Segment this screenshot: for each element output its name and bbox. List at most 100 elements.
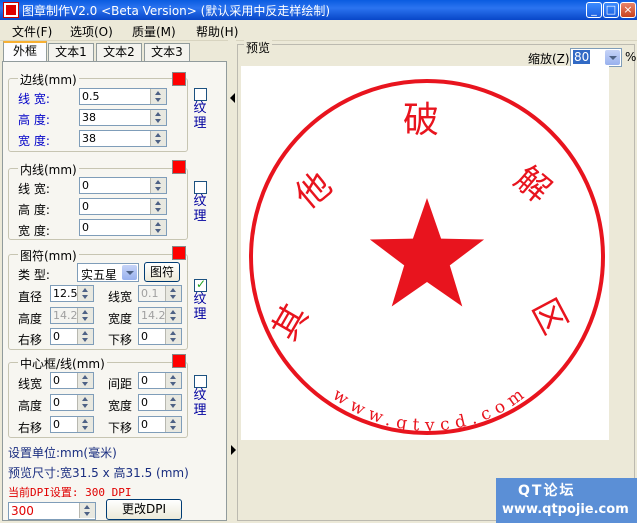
tab-frame[interactable]: 外框: [3, 41, 47, 62]
inner-color-swatch[interactable]: [172, 160, 186, 174]
symbol-diameter-label: 直径: [18, 290, 43, 304]
stepper-arrows-icon[interactable]: [165, 329, 181, 344]
dpi-stepper[interactable]: 300: [8, 502, 96, 520]
center-frame-group-title: 中心框/线(mm): [18, 355, 107, 372]
stepper-arrows-icon[interactable]: [77, 417, 93, 432]
stamp-graphic: 其 他 破 解 区 www.qtvcd.com: [249, 79, 605, 436]
zoom-unit: %: [625, 50, 637, 64]
symbol-down-label: 下移: [108, 333, 133, 347]
preview-label: 预览: [244, 39, 273, 56]
stamp-preview-canvas: 其 他 破 解 区 www.qtvcd.com: [241, 66, 609, 440]
symbol-group-title: 图符(mm): [18, 247, 79, 264]
stamp-char-5: 区: [523, 292, 574, 341]
change-dpi-button[interactable]: 更改DPI: [106, 499, 182, 520]
stepper-arrows-icon[interactable]: [79, 503, 95, 518]
stepper-arrows-icon[interactable]: [77, 395, 93, 410]
center-down-label: 下移: [108, 421, 133, 435]
symbol-width-stepper[interactable]: 14.2: [138, 307, 182, 324]
stepper-arrows-icon[interactable]: [150, 199, 166, 214]
center-down-stepper[interactable]: 0: [138, 416, 182, 433]
chevron-down-icon[interactable]: [122, 265, 137, 280]
stepper-arrows-icon[interactable]: [165, 373, 181, 388]
stepper-arrows-icon[interactable]: [77, 329, 93, 344]
menu-quality[interactable]: 质量(M): [132, 23, 176, 40]
symbol-down-value: 0: [141, 330, 148, 343]
close-button[interactable]: ×: [620, 2, 636, 18]
inner-line-width-value: 0: [82, 179, 89, 192]
symbol-diameter-stepper[interactable]: 12.5: [50, 285, 94, 302]
menu-file[interactable]: 文件(F): [12, 23, 52, 40]
center-spacing-value: 0: [141, 374, 148, 387]
symbol-type-select[interactable]: 实五星: [77, 263, 139, 282]
stepper-arrows-icon[interactable]: [165, 286, 181, 301]
stepper-arrows-icon[interactable]: [165, 395, 181, 410]
symbol-texture-label: 纹理: [193, 292, 207, 322]
symbol-right-label: 右移: [18, 333, 43, 347]
symbol-height-value: 14.2: [53, 309, 78, 322]
symbol-texture-checkbox[interactable]: [194, 277, 207, 292]
maximize-button[interactable]: □: [603, 2, 619, 18]
stepper-arrows-icon[interactable]: [165, 417, 181, 432]
border-line-width-stepper[interactable]: 0.5: [79, 88, 167, 105]
symbol-width-label: 宽度: [108, 312, 133, 326]
center-width-label: 宽度: [108, 399, 133, 413]
stepper-arrows-icon[interactable]: [77, 308, 93, 323]
stepper-arrows-icon[interactable]: [150, 131, 166, 146]
stepper-arrows-icon[interactable]: [150, 89, 166, 104]
menu-help[interactable]: 帮助(H): [196, 23, 238, 40]
tab-text3[interactable]: 文本3: [144, 43, 190, 61]
inner-height-stepper[interactable]: 0: [79, 198, 167, 215]
stamp-char-2: 他: [288, 165, 340, 217]
border-group-title: 边线(mm): [18, 71, 79, 88]
stepper-arrows-icon[interactable]: [77, 286, 93, 301]
inner-line-group-title: 内线(mm): [18, 161, 79, 178]
watermark-title: QT论坛: [518, 483, 576, 499]
inner-texture-checkbox[interactable]: [194, 181, 207, 194]
symbol-height-stepper[interactable]: 14.2: [50, 307, 94, 324]
symbol-down-stepper[interactable]: 0: [138, 328, 182, 345]
center-color-swatch[interactable]: [172, 354, 186, 368]
inner-width-label: 宽 度:: [18, 224, 50, 238]
tab-text2[interactable]: 文本2: [96, 43, 142, 61]
inner-texture-label: 纹理: [193, 194, 207, 224]
zoom-select[interactable]: 80: [570, 48, 622, 67]
stamp-star: [369, 198, 485, 307]
tab-text1[interactable]: 文本1: [48, 43, 94, 61]
center-texture-checkbox[interactable]: [194, 375, 207, 388]
stepper-arrows-icon[interactable]: [150, 178, 166, 193]
border-height-stepper[interactable]: 38: [79, 109, 167, 126]
symbol-right-stepper[interactable]: 0: [50, 328, 94, 345]
border-line-width-label: 线 宽:: [18, 92, 50, 106]
symbol-stroke-label: 线宽: [108, 290, 133, 304]
border-width-stepper[interactable]: 38: [79, 130, 167, 147]
center-right-stepper[interactable]: 0: [50, 416, 94, 433]
chevron-down-icon[interactable]: [605, 50, 620, 65]
center-width-stepper[interactable]: 0: [138, 394, 182, 411]
symbol-stroke-stepper[interactable]: 0.1: [138, 285, 182, 302]
symbol-picker-button[interactable]: 图符: [144, 262, 180, 282]
center-stroke-stepper[interactable]: 0: [50, 372, 94, 389]
border-line-width-value: 0.5: [82, 90, 100, 103]
border-texture-checkbox[interactable]: [194, 88, 207, 101]
minimize-button[interactable]: _: [586, 2, 602, 18]
symbol-type-label: 类 型:: [18, 268, 50, 282]
center-right-value: 0: [53, 418, 60, 431]
inner-line-width-stepper[interactable]: 0: [79, 177, 167, 194]
center-height-stepper[interactable]: 0: [50, 394, 94, 411]
expand-arrow-icon[interactable]: [229, 444, 237, 456]
center-spacing-stepper[interactable]: 0: [138, 372, 182, 389]
menu-options[interactable]: 选项(O): [70, 23, 113, 40]
symbol-color-swatch[interactable]: [172, 246, 186, 260]
inner-line-width-label: 线 宽:: [18, 182, 50, 196]
watermark-url: www.qtpojie.com: [502, 502, 629, 517]
stepper-arrows-icon[interactable]: [150, 220, 166, 235]
stepper-arrows-icon[interactable]: [77, 373, 93, 388]
panel-splitter[interactable]: [228, 40, 236, 523]
dpi-info: 当前DPI设置: 300 DPI: [8, 486, 132, 499]
stamp-char-4: 解: [506, 159, 558, 211]
border-color-swatch[interactable]: [172, 72, 186, 86]
inner-width-stepper[interactable]: 0: [79, 219, 167, 236]
stepper-arrows-icon[interactable]: [150, 110, 166, 125]
stepper-arrows-icon[interactable]: [165, 308, 181, 323]
collapse-arrow-icon[interactable]: [229, 92, 237, 104]
